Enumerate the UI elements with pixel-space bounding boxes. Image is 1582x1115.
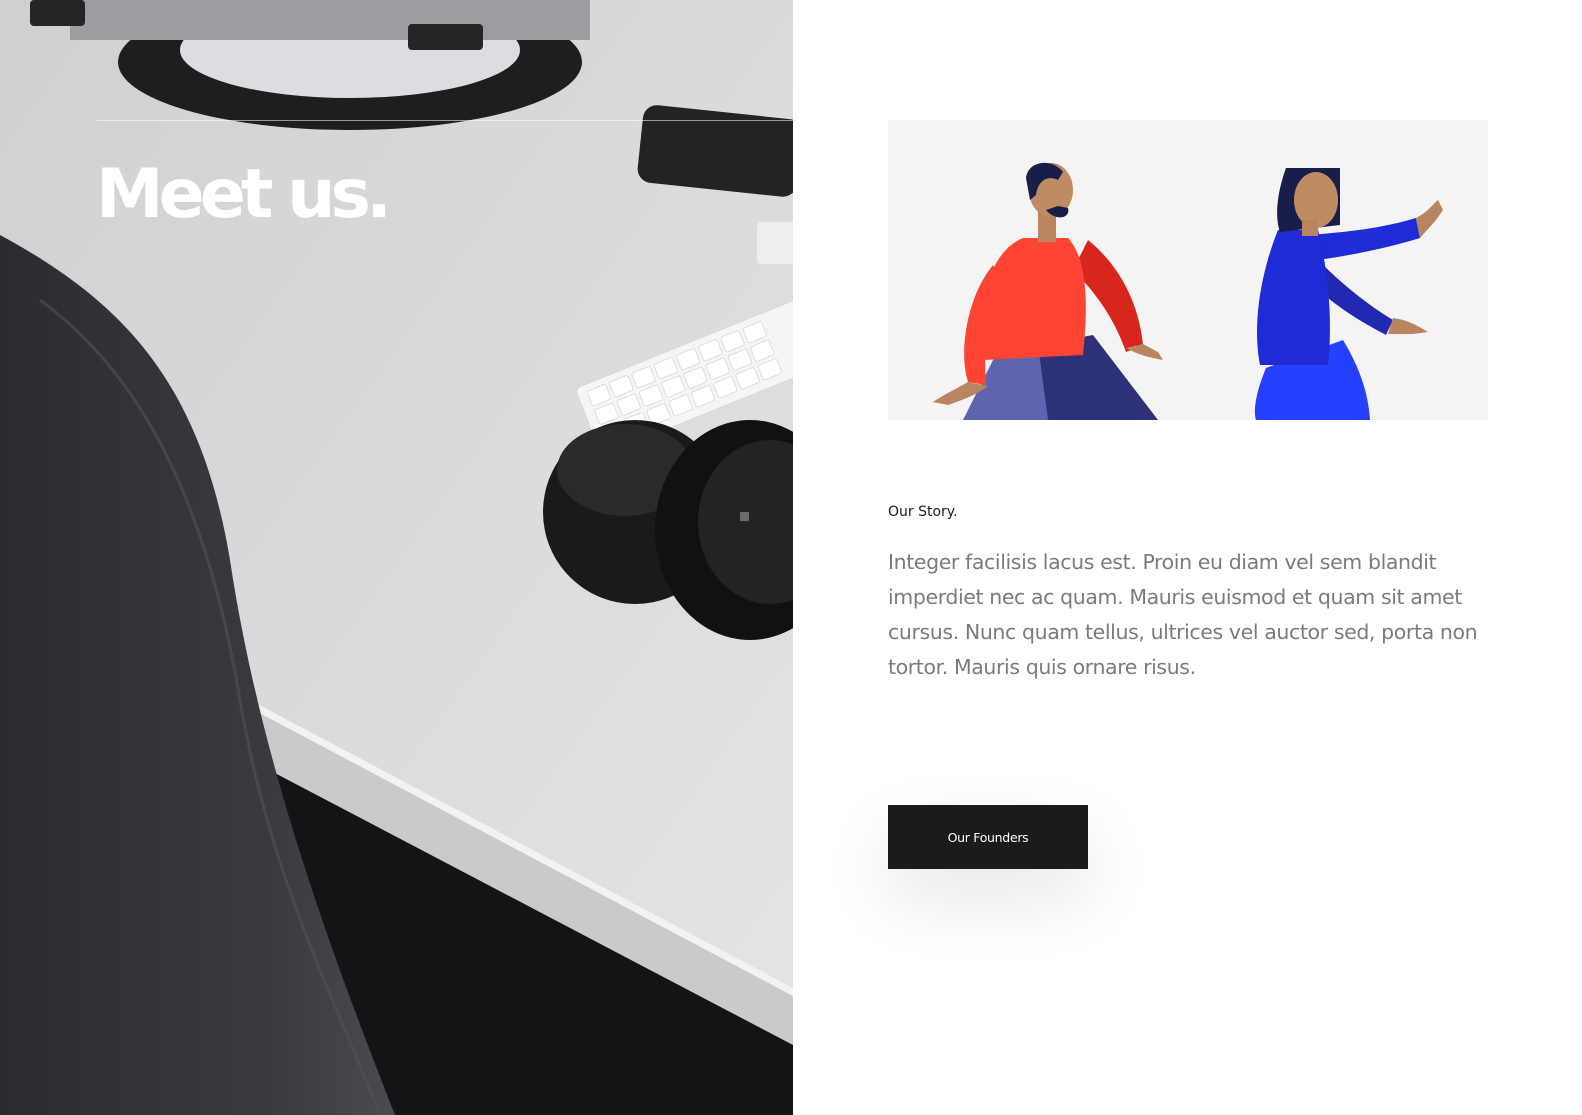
- hero-divider: [97, 120, 793, 121]
- hero-photo: Meet us.: [0, 0, 793, 1115]
- walking-man-figure: [933, 162, 1163, 420]
- story-paragraph: Integer facilisis lacus est. Proin eu di…: [888, 550, 1478, 679]
- team-illustration: [888, 120, 1488, 420]
- pointing-woman-figure: [1254, 168, 1443, 420]
- story-section: Our Story. Integer facilisis lacus est. …: [793, 0, 1582, 1115]
- our-founders-button[interactable]: Our Founders: [888, 805, 1088, 869]
- page-title: Meet us.: [96, 155, 392, 234]
- section-kicker: Our Story.: [888, 504, 958, 520]
